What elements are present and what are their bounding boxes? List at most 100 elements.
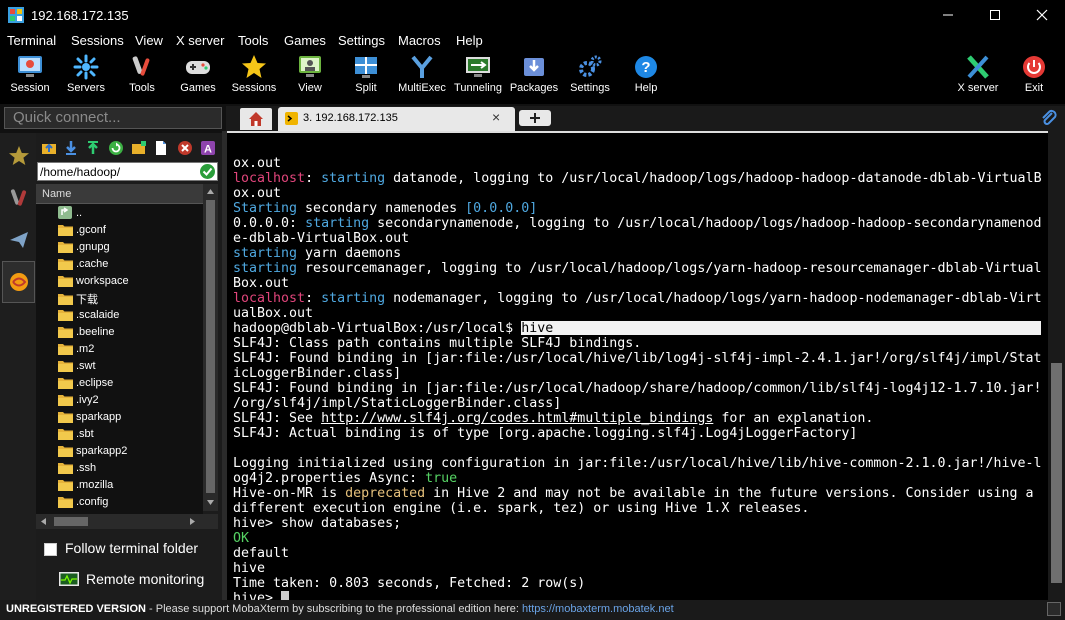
terminal-text: starting — [321, 171, 386, 186]
file-list-item[interactable]: .swt — [58, 359, 96, 376]
file-list-horizontal-scrollbar[interactable] — [36, 514, 218, 529]
terminal-area[interactable]: ox.out localhost: starting datanode, logg… — [227, 131, 1048, 600]
new-folder-button[interactable] — [131, 140, 147, 156]
servers-button[interactable]: Servers — [58, 51, 114, 104]
home-tab[interactable] — [240, 108, 272, 130]
sftp-panel: A /home/hadoop/ Name .. .gconf .gnupg .cach… — [36, 133, 222, 600]
terminal-line: SLF4J: Actual binding is of type [org.ap… — [233, 426, 1042, 441]
terminal-scrollbar[interactable] — [1048, 131, 1065, 600]
file-list-item[interactable]: .config — [58, 495, 108, 512]
folder-icon — [58, 344, 73, 355]
file-list-item[interactable]: .m2 — [58, 342, 94, 359]
file-name: .mozilla — [76, 479, 114, 491]
minimize-button[interactable] — [925, 0, 971, 30]
download-button[interactable] — [63, 140, 79, 156]
file-list-item[interactable]: workspace — [58, 274, 129, 291]
session-tab[interactable]: 3. 192.168.172.135 × — [278, 107, 515, 131]
maximize-button[interactable] — [972, 0, 1018, 30]
scroll-left-icon[interactable] — [41, 518, 46, 525]
file-name: .gnupg — [76, 241, 110, 253]
view-button[interactable]: View — [282, 51, 338, 104]
sidebar-tab-sessions[interactable] — [2, 135, 35, 177]
sessions-button[interactable]: Sessions — [226, 51, 282, 104]
menu-tools[interactable]: Tools — [238, 33, 268, 48]
multiexec-button[interactable]: MultiExec — [394, 51, 450, 104]
checkbox-box[interactable] — [44, 542, 57, 556]
new-file-button[interactable] — [153, 140, 169, 156]
settings-button[interactable]: Settings — [562, 51, 618, 104]
xserver-button[interactable]: X server — [950, 51, 1006, 104]
menu-terminal[interactable]: Terminal — [7, 33, 56, 48]
file-list-item[interactable]: .sbt — [58, 427, 94, 444]
tools-button[interactable]: Tools — [114, 51, 170, 104]
scroll-down-icon[interactable] — [207, 500, 214, 505]
refresh-button[interactable] — [108, 140, 124, 156]
terminal-link[interactable]: http://www.slf4j.org/codes.html#multiple… — [321, 411, 713, 426]
follow-terminal-folder-checkbox[interactable]: Follow terminal folder — [44, 540, 198, 556]
menu-help[interactable]: Help — [456, 33, 483, 48]
parent-folder-button[interactable] — [41, 140, 57, 156]
path-go-button[interactable] — [200, 164, 215, 179]
file-list-item[interactable]: .beeline — [58, 325, 115, 342]
file-list-item[interactable]: .gconf — [58, 223, 106, 240]
delete-button[interactable] — [177, 140, 193, 156]
scroll-right-icon[interactable] — [190, 518, 195, 525]
quick-connect-input[interactable]: Quick connect... — [4, 107, 222, 129]
help-button[interactable]: ? Help — [618, 51, 674, 104]
file-list-item[interactable]: .ivy2 — [58, 393, 99, 410]
website-link[interactable]: https://mobaxterm.mobatek.net — [522, 603, 674, 615]
scrollbar-thumb[interactable] — [54, 517, 88, 526]
file-list-item[interactable]: 下载 — [58, 291, 98, 308]
file-list-item[interactable]: .scalaide — [58, 308, 119, 325]
exit-button[interactable]: Exit — [1006, 51, 1062, 104]
tab-close-icon[interactable]: × — [492, 109, 500, 125]
selected-command[interactable]: hive — [521, 321, 1042, 336]
terminal-text: secondarynamenode, logging to /usr/local… — [369, 216, 1042, 231]
terminal-line: starting yarn daemons — [233, 246, 1042, 261]
terminal-line: hive> show databases; — [233, 516, 1042, 531]
scroll-up-icon[interactable] — [207, 189, 214, 194]
file-list-item[interactable]: .ssh — [58, 461, 96, 478]
close-button[interactable] — [1019, 0, 1065, 30]
new-tab-button[interactable] — [519, 110, 551, 126]
scrollbar-thumb[interactable] — [1051, 363, 1062, 583]
file-list-item[interactable]: sparkapp — [58, 410, 121, 427]
file-list-item[interactable]: .gnupg — [58, 240, 110, 257]
column-header-name[interactable]: Name — [36, 184, 203, 204]
packages-button[interactable]: Packages — [506, 51, 562, 104]
file-list-item[interactable]: .. — [58, 206, 82, 223]
menu-sessions[interactable]: Sessions — [71, 33, 124, 48]
folder-up-icon — [42, 143, 56, 154]
menu-xserver[interactable]: X server — [176, 33, 224, 48]
attach-icon[interactable] — [1040, 109, 1058, 127]
menu-macros[interactable]: Macros — [398, 33, 441, 48]
resize-grip[interactable] — [1047, 602, 1061, 616]
terminal-line: different execution engine (i.e. spark, … — [233, 501, 1042, 516]
games-button[interactable]: Games — [170, 51, 226, 104]
delete-icon — [178, 141, 192, 155]
minimize-icon — [943, 14, 953, 16]
tools-icon — [132, 56, 150, 76]
menu-games[interactable]: Games — [284, 33, 326, 48]
sidebar-tab-macros[interactable] — [2, 219, 35, 261]
session-button[interactable]: Session — [2, 51, 58, 104]
scrollbar-thumb[interactable] — [206, 200, 215, 493]
menu-view[interactable]: View — [135, 33, 163, 48]
unregistered-label: UNREGISTERED VERSION — [6, 603, 146, 615]
file-list-item[interactable]: .mozilla — [58, 478, 113, 495]
remote-monitoring-button[interactable]: Remote monitoring — [58, 571, 204, 589]
multiexec-icon — [411, 55, 433, 78]
sidebar-tab-tools[interactable] — [2, 177, 35, 219]
remote-path-input[interactable]: /home/hadoop/ — [37, 162, 218, 181]
split-button[interactable]: Split — [338, 51, 394, 104]
file-list-vertical-scrollbar[interactable] — [203, 184, 218, 511]
file-list-item[interactable]: sparkapp2 — [58, 444, 127, 461]
tunneling-button[interactable]: Tunneling — [450, 51, 506, 104]
upload-button[interactable] — [85, 140, 101, 156]
file-list-item[interactable]: .cache — [58, 257, 108, 274]
folder-icon — [58, 225, 73, 236]
rename-button[interactable]: A — [200, 140, 216, 156]
menu-settings[interactable]: Settings — [338, 33, 385, 48]
file-list-item[interactable]: .eclipse — [58, 376, 113, 393]
sidebar-tab-sftp[interactable] — [2, 261, 35, 303]
